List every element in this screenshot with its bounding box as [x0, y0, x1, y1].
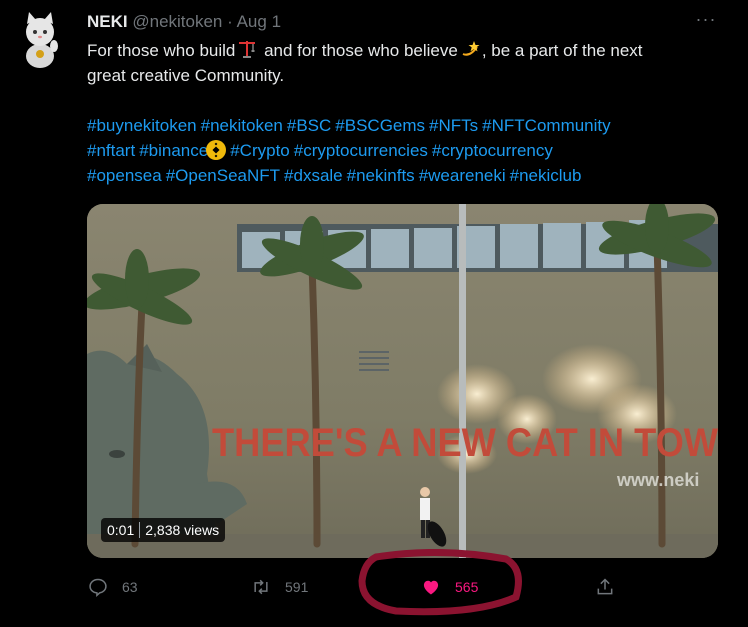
- share-button[interactable]: [595, 572, 615, 602]
- hashtag-link[interactable]: #cryptocurrencies: [294, 141, 428, 160]
- hashtag-link[interactable]: #NFTs: [429, 116, 478, 135]
- meta-divider: [139, 522, 141, 538]
- retweet-button[interactable]: 591: [251, 572, 308, 602]
- tweet-text-part-1: For those who build: [87, 41, 236, 60]
- mural-text: THERE'S A NEW CAT IN TOW: [212, 421, 718, 465]
- retweet-icon: [254, 579, 268, 595]
- hashtag-link[interactable]: #nekitoken: [201, 116, 283, 135]
- video-meta: 0:01 2,838 views: [101, 518, 226, 542]
- more-options-button[interactable]: ···: [694, 9, 718, 32]
- hashtag-link[interactable]: #BSC: [287, 116, 331, 135]
- mural-url: www.neki: [616, 470, 699, 490]
- tweet-text: For those who build and for those who be…: [87, 38, 727, 88]
- tweet-text-line-2: great creative Community.: [87, 66, 285, 85]
- hashtag-link[interactable]: #cryptocurrency: [432, 141, 553, 160]
- hashtag-link[interactable]: #binance: [139, 141, 208, 160]
- hashtag-link[interactable]: #nekiclub: [510, 166, 582, 185]
- tweet-date[interactable]: Aug 1: [237, 12, 281, 31]
- share-icon: [597, 578, 613, 595]
- tweet-actions: 63 591 565: [0, 570, 748, 604]
- avatar[interactable]: [16, 10, 64, 70]
- hashtag-link[interactable]: #buynekitoken: [87, 116, 197, 135]
- hashtag-link[interactable]: #NFTCommunity: [482, 116, 610, 135]
- hashtag-link[interactable]: #nftart: [87, 141, 135, 160]
- hashtag-link[interactable]: #Crypto: [230, 141, 290, 160]
- hashtags: #buynekitoken #nekitoken #BSC #BSCGems #NFTs…: [87, 113, 727, 188]
- hashtag-link[interactable]: #weareneki: [419, 166, 506, 185]
- more-icon: ···: [695, 9, 717, 29]
- author-name[interactable]: NEKI: [87, 12, 128, 31]
- hashtags-line-2: #nftart #binance #Crypto #cryptocurrencies #…: [87, 138, 727, 163]
- reply-button[interactable]: 63: [88, 572, 138, 602]
- dizzy-star-icon: [462, 41, 480, 56]
- hashtag-link[interactable]: #BSCGems: [335, 116, 425, 135]
- hashtag-link[interactable]: #OpenSeaNFT: [166, 166, 280, 185]
- cat-avatar-icon: [26, 12, 58, 68]
- retweet-count: 591: [285, 579, 309, 595]
- video-player[interactable]: THERE'S A NEW CAT IN TOW www.neki 0:01 2,…: [87, 204, 718, 558]
- like-button[interactable]: 565: [421, 572, 478, 602]
- tweet-text-line-1: For those who build and for those who be…: [87, 38, 727, 63]
- binance-icon: [206, 140, 227, 160]
- tweet-header: NEKI @nekitoken · Aug 1: [87, 12, 281, 32]
- tweet-text-part-2: and for those who believe: [259, 41, 458, 60]
- video-views: 2,838 views: [145, 522, 220, 538]
- hashtags-line-1: #buynekitoken #nekitoken #BSC #BSCGems #NFTs…: [87, 113, 727, 138]
- hashtags-line-3: #opensea #OpenSeaNFT #dxsale #nekinfts #wear…: [87, 163, 727, 188]
- video-time: 0:01: [107, 522, 135, 538]
- author-handle[interactable]: @nekitoken: [132, 12, 222, 31]
- like-count: 565: [455, 579, 479, 595]
- hashtag-link[interactable]: #nekinfts: [347, 166, 415, 185]
- hashtag-link[interactable]: #opensea: [87, 166, 162, 185]
- video-frame: THERE'S A NEW CAT IN TOW www.neki: [87, 204, 718, 558]
- construction-crane-icon: [239, 41, 256, 58]
- hashtag-link[interactable]: #dxsale: [284, 166, 343, 185]
- heart-icon: [423, 580, 439, 595]
- reply-count: 63: [122, 579, 138, 595]
- tweet[interactable]: NEKI @nekitoken · Aug 1 ··· For those wh…: [0, 0, 748, 627]
- reply-icon: [89, 578, 107, 597]
- separator-dot: ·: [227, 12, 233, 31]
- tweet-text-part-3: , be a part of the next: [481, 41, 643, 60]
